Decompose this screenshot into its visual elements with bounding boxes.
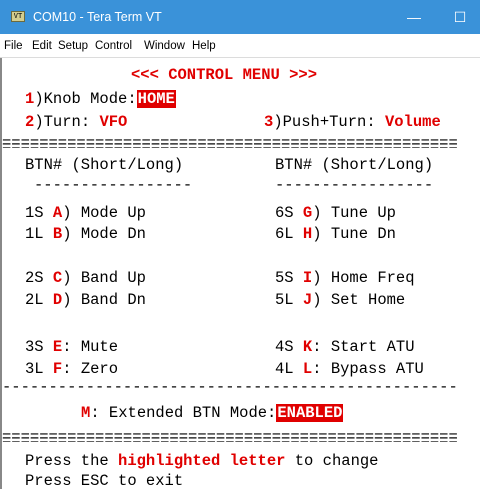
hotkey-k: K	[302, 338, 313, 356]
list-item: 1L B) Mode Dn	[25, 225, 146, 243]
list-item: 2L D) Band Dn	[25, 291, 146, 309]
footer-esc-hint: Press ESC to exit	[25, 472, 184, 489]
tera-term-app-icon[interactable]: VT	[11, 11, 25, 22]
maximize-icon: ☐	[453, 9, 467, 25]
turn-line: 2)Turn: VFO	[25, 113, 128, 131]
list-item: 2S C) Band Up	[25, 269, 146, 287]
menu-bar: File Edit Setup Control Window Help	[0, 34, 480, 58]
hotkey-c: C	[52, 269, 63, 287]
menu-setup[interactable]: Setup	[58, 39, 88, 53]
minimize-button[interactable]: —	[391, 0, 437, 34]
list-item: 6S G) Tune Up	[275, 204, 396, 222]
menu-window[interactable]: Window	[144, 39, 185, 53]
menu-edit[interactable]: Edit	[32, 39, 52, 53]
column-header-right: BTN# (Short/Long)	[275, 156, 434, 174]
hotkey-i: I	[302, 269, 313, 287]
turn-value: VFO	[99, 113, 128, 131]
list-item: 5S I) Home Freq	[275, 269, 415, 287]
minimize-icon: —	[407, 9, 421, 25]
maximize-button[interactable]: ☐	[437, 0, 480, 34]
double-rule-top: ========================================…	[2, 138, 458, 148]
list-item: 3L F: Zero	[25, 360, 119, 378]
footer-instruction: Press the highlighted letter to change	[25, 452, 379, 470]
terminal-screen[interactable]: <<< CONTROL MENU >>> 1)Knob Mode:HOME 2)…	[0, 58, 480, 489]
highlighted-letter-text: highlighted letter	[118, 452, 286, 470]
single-rule: ----------------------------------------…	[2, 382, 458, 392]
list-item: 6L H) Tune Dn	[275, 225, 396, 243]
push-turn-line: 3)Push+Turn: Volume	[264, 113, 441, 131]
list-item: 1S A) Mode Up	[25, 204, 146, 222]
hotkey-j: J	[302, 291, 313, 309]
list-item: 3S E: Mute	[25, 338, 119, 356]
hotkey-m: M	[81, 404, 91, 422]
double-rule-bottom: ========================================…	[2, 432, 458, 442]
title-bar[interactable]: VT COM10 - Tera Term VT — ☐	[0, 0, 480, 34]
hotkey-g: G	[302, 204, 313, 222]
column-dash-right: -----------------	[275, 176, 434, 194]
knob-mode-line: 1)Knob Mode:HOME	[25, 90, 176, 108]
hotkey-f: F	[52, 360, 63, 378]
hotkey-a: A	[52, 204, 63, 222]
list-item: 5L J) Set Home	[275, 291, 406, 309]
list-item: 4S K: Start ATU	[275, 338, 415, 356]
hotkey-d: D	[52, 291, 63, 309]
extended-btn-mode-value: ENABLED	[276, 404, 344, 422]
extended-btn-mode-line: M: Extended BTN Mode:ENABLED	[81, 404, 344, 422]
hotkey-e: E	[52, 338, 63, 356]
list-item: 4L L: Bypass ATU	[275, 360, 424, 378]
hotkey-l: L	[302, 360, 313, 378]
hotkey-h: H	[302, 225, 313, 243]
hotkey-b: B	[52, 225, 63, 243]
control-menu-header: <<< CONTROL MENU >>>	[131, 66, 318, 84]
window-title: COM10 - Tera Term VT	[33, 10, 162, 24]
column-dash-left: -----------------	[34, 176, 193, 194]
menu-file[interactable]: File	[4, 39, 23, 53]
knob-mode-value: HOME	[136, 90, 176, 108]
menu-control[interactable]: Control	[95, 39, 132, 53]
menu-help[interactable]: Help	[192, 39, 216, 53]
column-header-left: BTN# (Short/Long)	[25, 156, 184, 174]
push-turn-value: Volume	[384, 113, 441, 131]
